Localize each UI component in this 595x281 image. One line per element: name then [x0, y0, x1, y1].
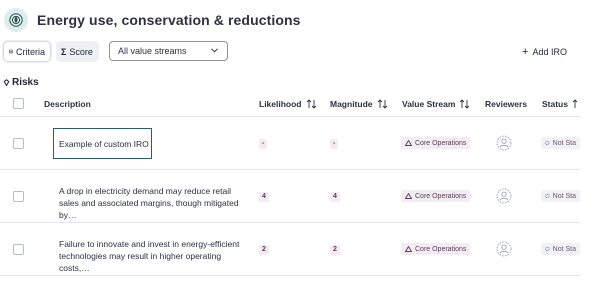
sort-icon[interactable]	[377, 99, 388, 109]
page-header: Energy use, conservation & reductions	[0, 0, 595, 40]
value-stream-badge: Core Operations	[401, 190, 471, 202]
table-row[interactable]: A drop in electricity demand may reduce …	[0, 170, 580, 223]
row-description[interactable]: Example of custom IRO	[53, 128, 152, 159]
add-iro-button[interactable]: + Add IRO	[522, 41, 567, 62]
status-dot-icon	[545, 140, 550, 146]
caret-down-icon	[3, 79, 10, 86]
column-description[interactable]: Description	[44, 99, 91, 109]
status-dot-icon	[545, 193, 550, 199]
likelihood-badge: 2	[259, 245, 269, 255]
row-description[interactable]: A drop in electricity demand may reduce …	[59, 185, 244, 221]
value-stream-icon	[405, 246, 412, 252]
chevron-down-icon	[211, 48, 218, 53]
column-reviewers: Reviewers	[485, 99, 527, 109]
add-iro-label: Add IRO	[532, 46, 567, 57]
target-leaf-icon	[4, 8, 28, 32]
status-dot-icon	[545, 246, 550, 252]
select-all-checkbox[interactable]	[13, 98, 24, 109]
value-stream-label: Core Operations	[415, 192, 467, 200]
criteria-view-button[interactable]: Criteria	[3, 41, 51, 62]
risks-section-title: Risks	[3, 77, 39, 88]
page-title: Energy use, conservation & reductions	[37, 12, 301, 28]
status-badge[interactable]: Not Sta	[541, 243, 580, 255]
row-checkbox[interactable]	[13, 191, 24, 202]
magnitude-badge: -	[330, 139, 339, 149]
value-stream-icon	[405, 140, 412, 146]
select-value: All value streams	[118, 46, 187, 56]
value-stream-badge: Core Operations	[401, 243, 471, 255]
reviewer-avatar-icon[interactable]	[496, 241, 512, 257]
column-label: Likelihood	[259, 99, 302, 109]
table-icon	[9, 49, 13, 54]
status-badge[interactable]: Not Sta	[541, 137, 580, 149]
section-label: Risks	[12, 77, 39, 88]
row-checkbox[interactable]	[13, 244, 24, 255]
reviewer-avatar-icon[interactable]	[496, 135, 512, 151]
sort-icon[interactable]	[572, 99, 580, 109]
plus-icon: +	[522, 45, 529, 58]
criteria-label: Criteria	[15, 46, 45, 57]
status-badge[interactable]: Not Sta	[541, 190, 580, 202]
sort-icon[interactable]	[459, 99, 470, 109]
status-label: Not Sta	[552, 245, 576, 253]
likelihood-badge: -	[259, 139, 268, 149]
status-label: Not Sta	[552, 192, 576, 200]
column-label: Description	[44, 99, 91, 109]
table-header: Description Likelihood Magnitude Value S…	[0, 93, 580, 117]
toolbar: Criteria Σ Score All value streams + Add…	[0, 41, 595, 63]
column-magnitude[interactable]: Magnitude	[330, 99, 388, 109]
likelihood-badge: 4	[259, 192, 269, 202]
status-label: Not Sta	[552, 139, 576, 147]
value-stream-badge: Core Operations	[401, 137, 471, 149]
column-likelihood[interactable]: Likelihood	[259, 99, 317, 109]
magnitude-badge: 2	[330, 245, 340, 255]
reviewer-avatar-icon[interactable]	[496, 188, 512, 204]
score-view-button[interactable]: Σ Score	[56, 41, 99, 62]
table-row[interactable]: Example of custom IRO - - Core Operation…	[0, 117, 580, 170]
value-stream-icon	[405, 193, 412, 199]
magnitude-badge: 4	[330, 192, 340, 202]
description-text: Example of custom IRO	[59, 138, 149, 149]
column-label: Value Stream	[402, 99, 456, 109]
sigma-icon: Σ	[61, 46, 67, 57]
value-stream-label: Core Operations	[415, 245, 467, 253]
table-row[interactable]: Failure to innovate and invest in energy…	[0, 223, 580, 276]
column-status[interactable]: Status	[542, 99, 580, 109]
value-stream-select[interactable]: All value streams	[109, 41, 228, 61]
row-description[interactable]: Failure to innovate and invest in energy…	[59, 238, 244, 274]
column-label: Status	[542, 99, 568, 109]
score-label: Score	[69, 46, 93, 57]
column-label: Reviewers	[485, 99, 528, 109]
column-value-stream[interactable]: Value Stream	[402, 99, 470, 109]
value-stream-label: Core Operations	[415, 139, 467, 147]
column-label: Magnitude	[330, 99, 373, 109]
row-checkbox[interactable]	[13, 138, 24, 149]
sort-icon[interactable]	[306, 99, 317, 109]
